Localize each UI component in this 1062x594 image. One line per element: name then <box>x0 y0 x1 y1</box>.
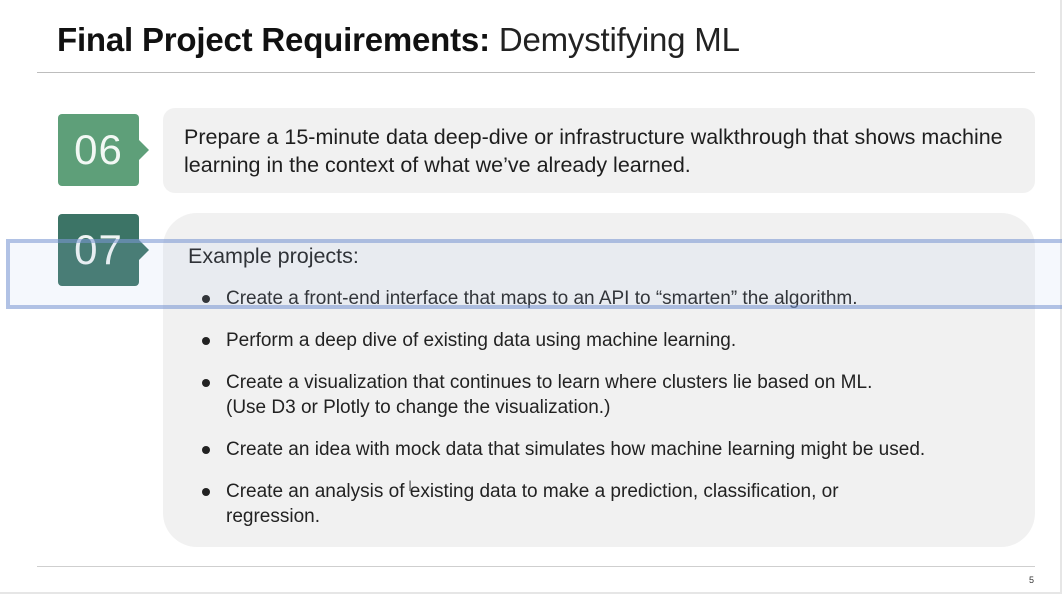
number-badge-07: 07 <box>58 214 149 286</box>
title-divider <box>37 72 1035 73</box>
title-light: Demystifying ML <box>498 21 740 58</box>
example-projects-heading: Example projects: <box>188 244 359 268</box>
slide-title: Final Project Requirements: Demystifying… <box>57 20 740 60</box>
example-projects-list: Create a front-end interface that maps t… <box>200 286 1020 546</box>
text-cursor-icon: I <box>408 479 413 495</box>
list-item-line1: Create an analysis of existing data to m… <box>226 481 839 502</box>
list-item-line2: (Use D3 or Plotly to change the visualiz… <box>226 397 611 418</box>
list-item: Create an analysis of existing data to m… <box>200 479 1020 529</box>
list-item-line1: Create a visualization that continues to… <box>226 372 873 393</box>
number-badge-06: 06 <box>58 114 149 186</box>
list-item-line1: Create a front-end interface that maps t… <box>226 288 858 309</box>
list-item: Create a front-end interface that maps t… <box>200 286 1020 311</box>
list-item-line1: Create an idea with mock data that simul… <box>226 439 926 460</box>
list-item: Perform a deep dive of existing data usi… <box>200 328 1020 353</box>
item-06-text: Prepare a 15-minute data deep-dive or in… <box>184 125 1003 177</box>
list-item: Create a visualization that continues to… <box>200 370 1020 420</box>
list-item-line2: regression. <box>226 506 320 527</box>
title-bold: Final Project Requirements: <box>57 21 490 58</box>
footer-divider <box>37 566 1035 567</box>
list-item: Create an idea with mock data that simul… <box>200 437 1020 462</box>
list-item-line1: Perform a deep dive of existing data usi… <box>226 330 737 351</box>
slide-number: 5 <box>1029 575 1035 585</box>
